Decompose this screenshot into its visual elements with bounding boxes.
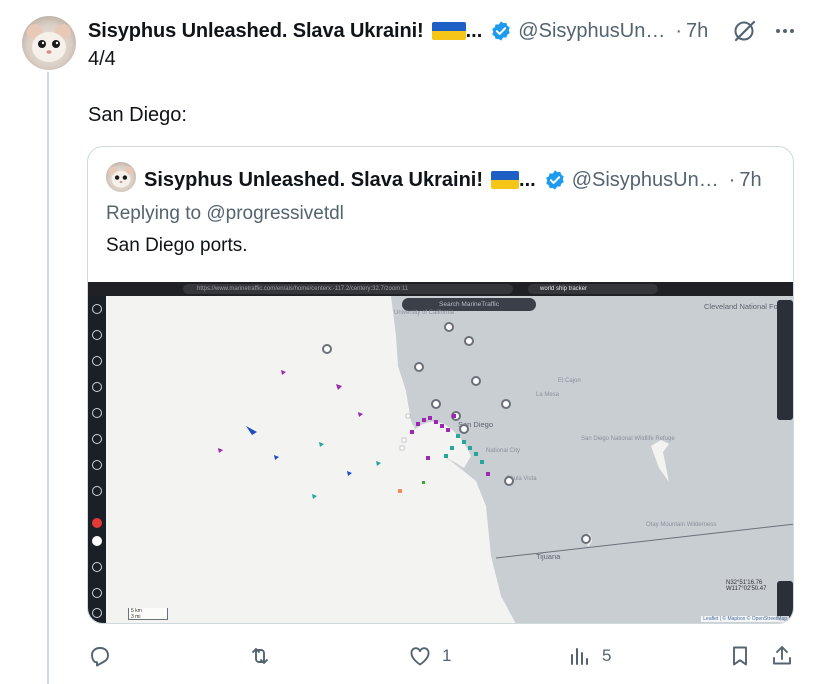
- avatar-hamster-image: [108, 166, 134, 188]
- toolbar-icon: [92, 608, 102, 618]
- ukraine-flag-icon: [431, 22, 466, 40]
- quoted-post[interactable]: Sisyphus Unleashed. Slava Ukraini! ... @…: [87, 146, 794, 624]
- post-text-line-1: 4/4: [88, 48, 116, 70]
- toolbar-icon-active: [92, 518, 102, 528]
- toolbar-icon: [92, 434, 102, 444]
- views-count: 5: [602, 646, 612, 665]
- author-handle[interactable]: @SisyphusUn…: [518, 20, 665, 43]
- vessel-markers: [218, 370, 490, 499]
- post-action-bar: 1 5: [88, 640, 800, 672]
- toolbar-icon: [92, 460, 102, 470]
- like-count: 1: [442, 646, 452, 665]
- views-button[interactable]: 5: [568, 640, 611, 672]
- reply-icon: [91, 647, 109, 667]
- map-right-toolbar[interactable]: [777, 300, 793, 420]
- toolbar-icon: [92, 330, 102, 340]
- replying-to-line: Replying to @progressivetdl: [106, 203, 344, 225]
- replying-mention[interactable]: @progressivetdl: [206, 203, 344, 224]
- like-icon: [410, 647, 430, 666]
- post-header: Sisyphus Unleashed. Slava Ukraini! ... @…: [88, 17, 800, 45]
- post-time[interactable]: 7h: [686, 20, 708, 43]
- grok-icon[interactable]: [732, 18, 758, 44]
- quoted-author-handle: @SisyphusUn…: [571, 168, 719, 191]
- bookmark-icon: [733, 646, 747, 666]
- quoted-author-name: Sisyphus Unleashed. Slava Ukraini!: [144, 168, 484, 191]
- toolbar-icon: [92, 486, 102, 496]
- browser-toolbar: https://www.marinetraffic.com/en/ais/hom…: [88, 282, 793, 296]
- repost-icon: [252, 648, 268, 664]
- toolbar-icon: [92, 356, 102, 366]
- more-options-icon[interactable]: [772, 18, 798, 44]
- separator-dot: ·: [675, 19, 682, 42]
- ukraine-flag-icon: [491, 171, 520, 189]
- map-canvas: Search MarineTraffic Cleveland National …: [106, 296, 793, 623]
- replying-prefix: Replying to: [106, 203, 202, 224]
- views-icon: [571, 648, 588, 665]
- map-zoom-controls[interactable]: [777, 581, 793, 621]
- share-button[interactable]: [770, 640, 794, 672]
- quoted-post-time: 7h: [739, 168, 762, 191]
- toolbar-icon: [92, 536, 102, 546]
- browser-search: world ship tracker: [528, 284, 658, 294]
- scale-mi: 3 mi: [131, 614, 141, 620]
- avatar-hamster-image: [27, 24, 71, 62]
- toolbar-icon: [92, 304, 102, 314]
- author-avatar[interactable]: [22, 16, 76, 70]
- repost-button[interactable]: [248, 640, 282, 672]
- toolbar-icon: [92, 382, 102, 392]
- map-left-toolbar: [88, 296, 106, 623]
- toolbar-icon: [92, 408, 102, 418]
- toolbar-icon: [92, 562, 102, 572]
- quoted-author-avatar: [106, 162, 136, 192]
- name-ellipsis: ...: [465, 19, 483, 42]
- post-text-line-2: San Diego:: [88, 104, 187, 126]
- marine-traffic-screenshot[interactable]: https://www.marinetraffic.com/en/ais/hom…: [88, 282, 793, 623]
- browser-url: https://www.marinetraffic.com/en/ais/hom…: [183, 284, 513, 294]
- verified-badge-icon[interactable]: [490, 20, 512, 42]
- like-button[interactable]: 1: [408, 640, 451, 672]
- quoted-post-text: San Diego ports.: [106, 235, 248, 256]
- map-attribution[interactable]: Leaflet | © Mapbox © OpenStreetMap: [701, 616, 789, 622]
- separator-dot: ·: [728, 168, 736, 191]
- share-icon: [773, 646, 791, 665]
- name-ellipsis: ...: [519, 168, 536, 191]
- toolbar-icon: [92, 588, 102, 598]
- reply-button[interactable]: [88, 640, 122, 672]
- thread-connector-line: [47, 72, 49, 684]
- verified-badge-icon: [545, 170, 564, 190]
- quoted-post-header: Sisyphus Unleashed. Slava Ukraini! ... @…: [144, 167, 762, 193]
- bookmark-button[interactable]: [728, 640, 752, 672]
- author-name[interactable]: Sisyphus Unleashed. Slava Ukraini!: [88, 20, 424, 43]
- map-scale-bar: 5 km 3 mi: [128, 608, 168, 620]
